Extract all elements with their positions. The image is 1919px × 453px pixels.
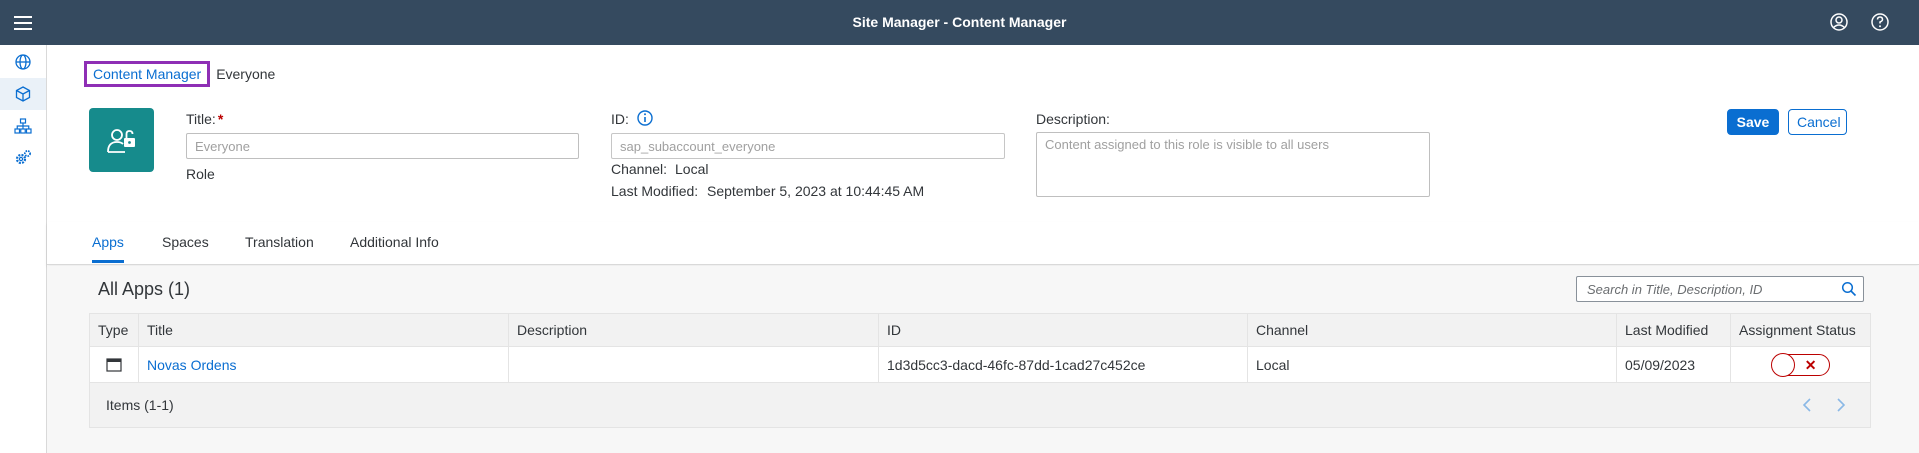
tab-bar: Apps Spaces Translation Additional Info [47, 222, 1919, 265]
column-header-channel: Channel [1248, 314, 1617, 346]
column-header-assignment-status: Assignment Status [1739, 322, 1856, 338]
tab-additional-info[interactable]: Additional Info [350, 234, 439, 260]
last-modified-label: Last Modified: [611, 183, 699, 199]
items-count: Items (1-1) [106, 397, 174, 413]
globe-icon [15, 54, 31, 70]
side-navigation [0, 45, 47, 453]
id-cell: 1d3d5cc3-dacd-46fc-87dd-1cad27c452ce [879, 347, 1248, 382]
table-footer: Items (1-1) [89, 383, 1871, 428]
title-label-text: Title: [186, 111, 216, 127]
description-label: Description: [1036, 111, 1110, 127]
toggle-knob [1770, 352, 1795, 377]
unassigned-mark: ✕ [1804, 356, 1817, 373]
type-cell [90, 347, 139, 382]
nav-item-hierarchy[interactable] [0, 110, 46, 142]
apps-table: Type Title Description ID Channel Last M… [89, 313, 1871, 428]
gears-icon [15, 150, 31, 165]
assignment-status-cell: ✕ [1731, 347, 1870, 382]
tab-translation[interactable]: Translation [245, 234, 314, 260]
title-input[interactable] [186, 133, 579, 159]
nav-item-content-manager[interactable] [0, 78, 46, 110]
breadcrumb-link-content-manager[interactable]: Content Manager [84, 61, 211, 87]
breadcrumb: Content Manager Everyone [84, 60, 275, 88]
assignment-toggle[interactable]: ✕ [1770, 352, 1830, 377]
info-icon[interactable] [636, 109, 654, 127]
column-header-id: ID [879, 314, 1248, 346]
column-header-description: Description [509, 314, 879, 346]
search-icon[interactable] [1841, 281, 1857, 297]
nav-item-sites[interactable] [0, 46, 46, 78]
sitemap-icon [14, 118, 32, 134]
apps-search-input[interactable] [1587, 277, 1837, 301]
column-header-last-modified: Last Modified [1617, 314, 1731, 346]
user-profile-icon[interactable] [1829, 12, 1849, 32]
app-window-icon [106, 357, 122, 372]
channel-value: Local [675, 161, 709, 177]
description-field[interactable] [1036, 132, 1430, 197]
app-title-link[interactable]: Novas Ordens [147, 357, 236, 373]
chevron-left-icon[interactable] [1799, 396, 1817, 414]
shell-bar: Site Manager - Content Manager [0, 0, 1919, 45]
apps-section-title: All Apps (1) [98, 279, 191, 299]
id-label: ID: [611, 111, 629, 127]
table-header-row: Type Title Description ID Channel Last M… [89, 313, 1871, 347]
title-label: Title: * [186, 111, 223, 127]
title-cell: Novas Ordens [139, 347, 509, 382]
table-row[interactable]: Novas Ordens 1d3d5cc3-dacd-46fc-87dd-1ca… [89, 347, 1871, 383]
description-cell [509, 347, 879, 382]
save-button[interactable]: Save [1727, 109, 1779, 135]
id-field [611, 133, 1005, 159]
chevron-right-icon[interactable] [1831, 396, 1849, 414]
tab-apps[interactable]: Apps [92, 234, 124, 263]
cube-icon [15, 86, 31, 102]
tab-spaces[interactable]: Spaces [162, 234, 209, 260]
role-avatar [89, 108, 154, 172]
last-modified-cell: 05/09/2023 [1617, 347, 1731, 382]
shell-title: Site Manager - Content Manager [852, 14, 1067, 30]
channel-label: Channel: [611, 161, 668, 177]
cancel-button[interactable]: Cancel [1788, 109, 1847, 135]
column-header-type: Type [90, 314, 139, 346]
required-marker: * [217, 111, 224, 127]
apps-search [1576, 276, 1864, 302]
column-header-title: Title [139, 314, 509, 346]
breadcrumb-current: Everyone [216, 66, 276, 82]
help-icon[interactable] [1870, 12, 1890, 32]
unlocked-user-icon [106, 129, 135, 153]
role-type-label: Role [186, 166, 215, 182]
channel-cell: Local [1248, 347, 1617, 382]
last-modified-value: September 5, 2023 at 10:44:45 AM [707, 183, 925, 199]
nav-item-settings[interactable] [0, 142, 46, 174]
